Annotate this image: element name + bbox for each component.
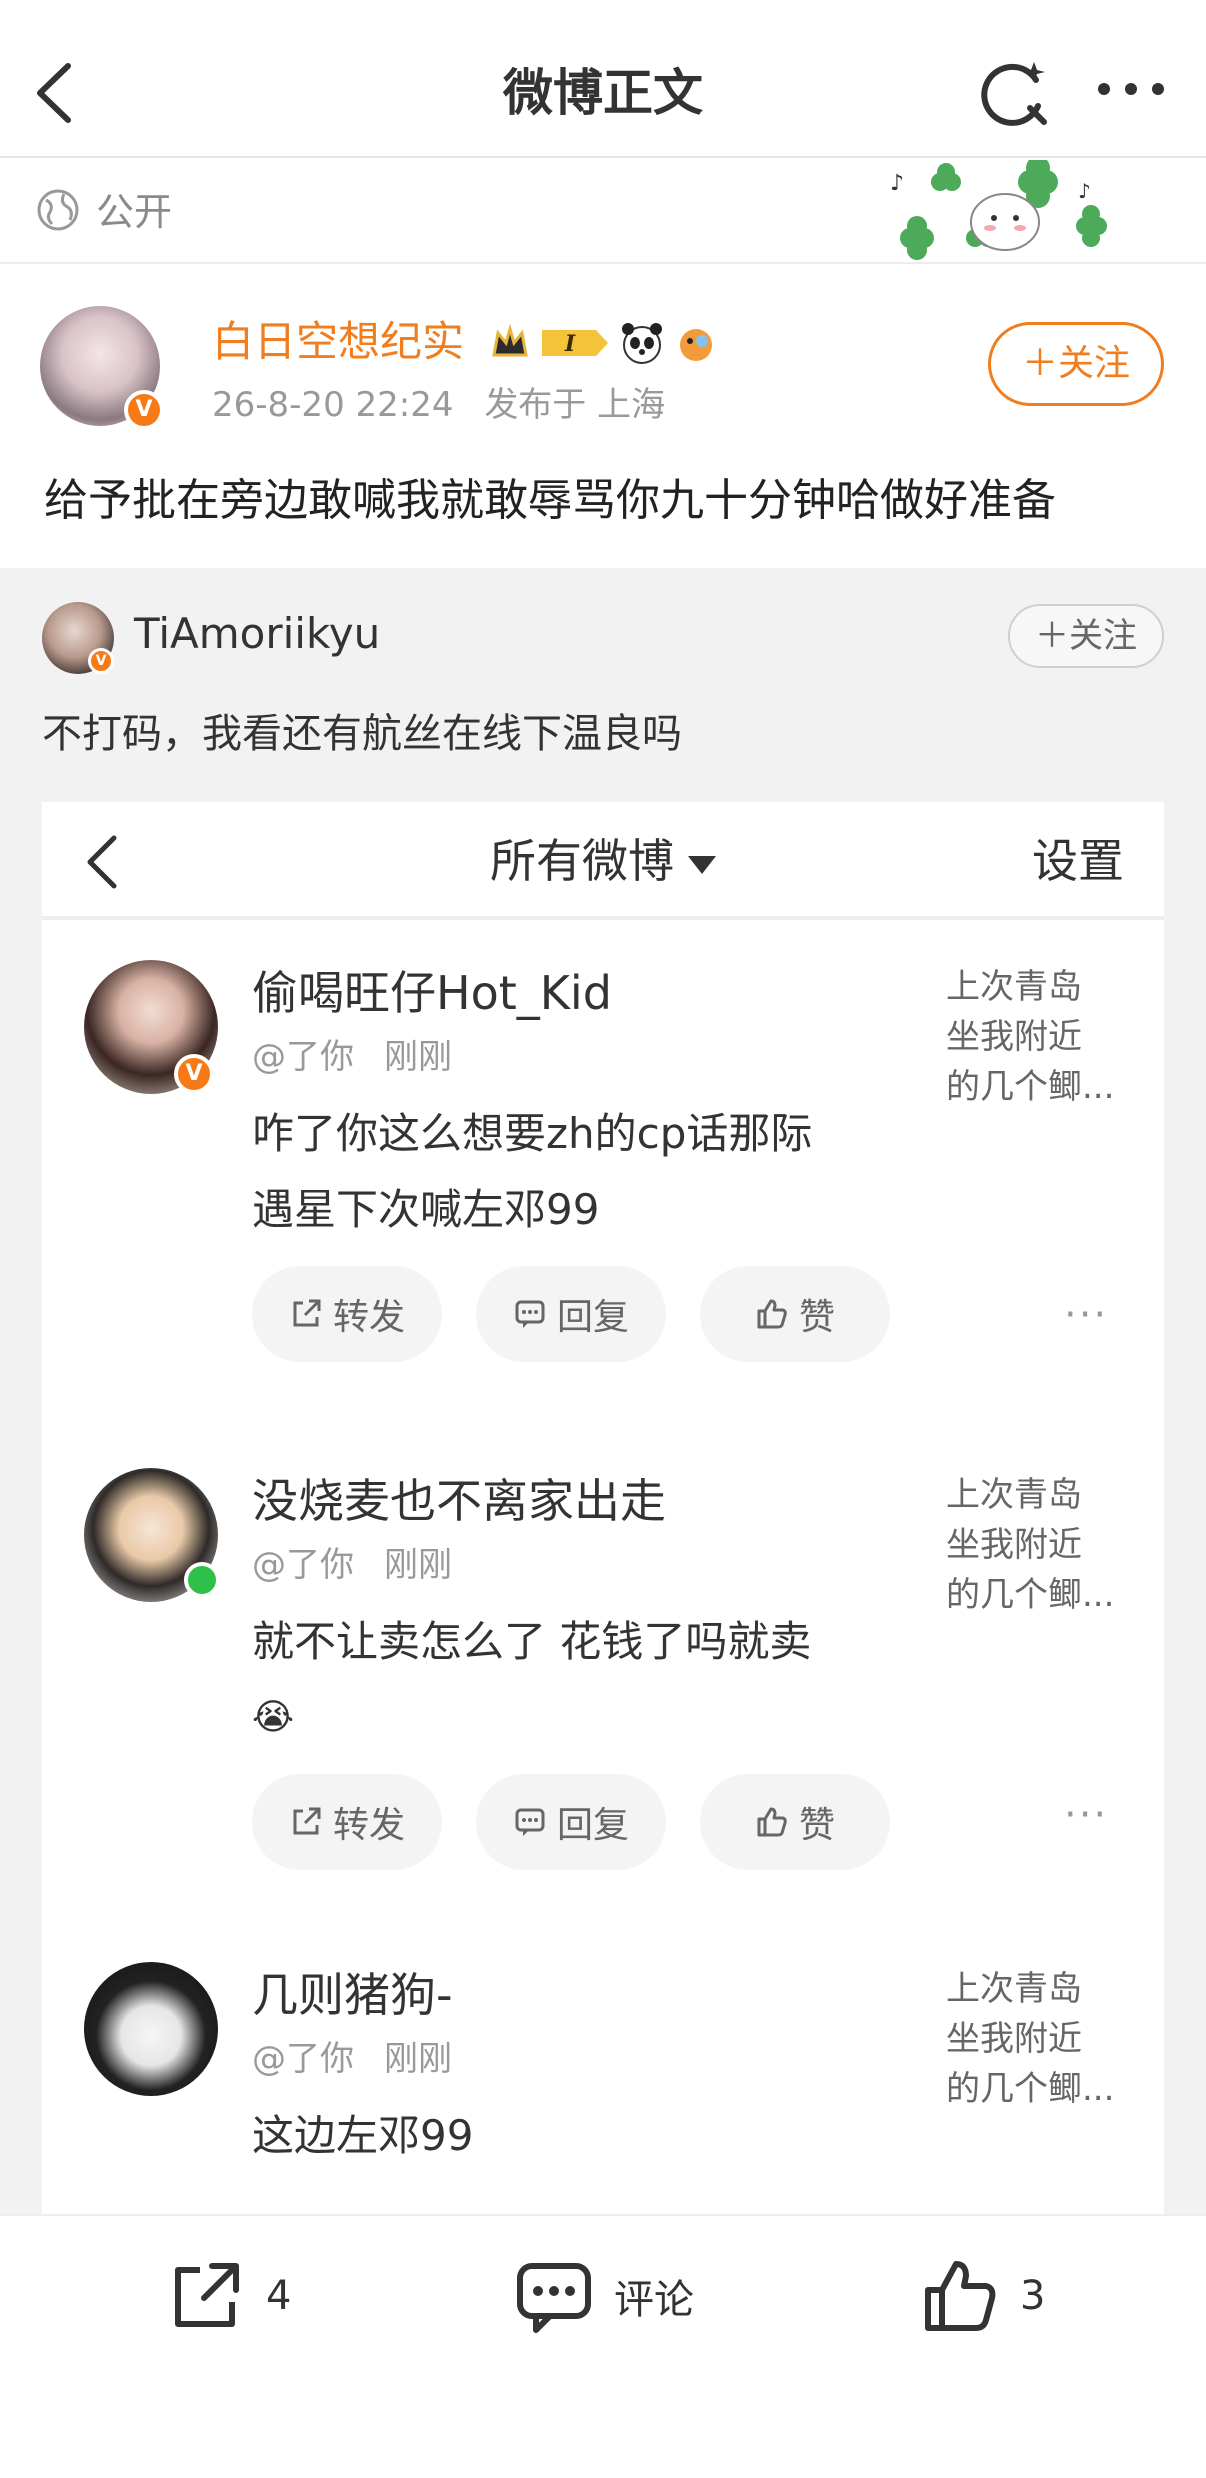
like-count: 3 — [1020, 2273, 1046, 2319]
dropdown-caret-icon — [688, 855, 716, 874]
author-name[interactable]: 白日空想纪实 — [212, 312, 464, 372]
repost-author-name[interactable]: TiAmoriikyu — [134, 604, 380, 664]
follow-button[interactable]: ＋关注 — [988, 322, 1164, 406]
visibility-bar: 公开 ♪ ♪ — [0, 160, 1206, 264]
comment-reply-button: 回复 — [476, 1774, 666, 1870]
crown-icon — [492, 323, 528, 357]
comment-source-snippet: 上次青岛 坐我附近 的几个鲫... — [946, 967, 1115, 1107]
comment-icon — [517, 2263, 591, 2333]
verified-badge: V — [124, 390, 164, 430]
like-button[interactable]: 3 — [920, 2256, 1045, 2336]
svg-text:♪: ♪ — [890, 171, 904, 196]
comment-source-snippet: 上次青岛 坐我附近 的几个鲫... — [946, 1969, 1115, 2109]
comment-item: 几则猪狗- @了你 刚刚 上次青岛 坐我附近 的几个鲫... 这边左邓99 — [42, 1922, 1164, 2214]
screenshot-settings: 设置 — [1032, 834, 1124, 888]
globe-icon — [37, 189, 79, 231]
comment-source-snippet: 上次青岛 坐我附近 的几个鲫... — [946, 1475, 1115, 1615]
comment-actions: 转发 回复 赞 — [252, 1774, 890, 1870]
post-card: V 白日空想纪实 I 26-8-20 22:24 发布于 上海 ＋关注 给予批在… — [0, 266, 1206, 566]
comment-like-button: 赞 — [700, 1266, 890, 1362]
bottom-action-bar: 4 评论 3 — [0, 2214, 1206, 2478]
comment-avatar — [84, 1962, 218, 2096]
screenshot-header: 所有微博 设置 — [42, 802, 1164, 920]
comment-text: 咋了你这么想要zh的cp话那际 遇星下次喊左邓99 — [252, 1109, 813, 1234]
comment-like-button: 赞 — [700, 1774, 890, 1870]
comment-meta: @了你 刚刚 — [252, 1545, 452, 1585]
clover-sticker-decoration: ♪ ♪ — [890, 160, 1107, 260]
comment-reply-button: 回复 — [476, 1266, 666, 1362]
pufferfish-icon — [680, 329, 712, 361]
post-text: 给予批在旁边敢喊我就敢辱骂你九十分钟哈做好准备 — [44, 475, 1056, 526]
online-status-dot — [184, 1562, 220, 1598]
comment-verified-badge: V — [174, 1054, 214, 1094]
comment-actions: 转发 回复 赞 — [252, 1266, 890, 1362]
repost-verified-badge: V — [88, 648, 114, 674]
svg-text:♪: ♪ — [1078, 179, 1091, 203]
refresh-icon[interactable] — [978, 58, 1048, 128]
visibility-label: 公开 — [96, 190, 173, 234]
comment-author: 几则猪狗- — [252, 1968, 453, 2022]
user-badges: I — [490, 318, 718, 368]
comment-text: 就不让卖怎么了 花钱了吗就卖 😭 — [252, 1617, 812, 1738]
comment-author: 没烧麦也不离家出走 — [252, 1474, 666, 1528]
comment-button[interactable]: 评论 — [514, 2256, 694, 2336]
comment-more-icon: ··· — [1064, 1292, 1109, 1338]
repost-follow-button[interactable]: ＋关注 — [1008, 604, 1164, 668]
comment-repost-button: 转发 — [252, 1774, 442, 1870]
repost-card[interactable]: V TiAmoriikyu ＋关注 不打码，我看还有航丝在线下温良吗 所有微博 … — [0, 568, 1206, 2214]
comment-item: V 偷喝旺仔Hot_Kid @了你 刚刚 上次青岛 坐我附近 的几个鲫... 咋了… — [42, 920, 1164, 1410]
repost-button[interactable]: 4 — [166, 2256, 291, 2336]
panda-icon — [622, 323, 662, 364]
more-icon[interactable] — [1096, 74, 1166, 104]
comment-icon — [515, 1300, 545, 1328]
post-meta: 26-8-20 22:24 发布于 上海 — [212, 380, 685, 430]
screenshot-title: 所有微博 — [42, 826, 1164, 896]
comment-text: 这边左邓99 — [252, 2111, 474, 2160]
embedded-screenshot[interactable]: 所有微博 设置 V 偷喝旺仔Hot_Kid @了你 刚刚 上次青岛 坐我附近 的几… — [42, 802, 1164, 2214]
post-time: 26-8-20 22:24 — [212, 385, 454, 425]
comment-author: 偷喝旺仔Hot_Kid — [252, 966, 612, 1020]
repost-text: 不打码，我看还有航丝在线下温良吗 — [42, 711, 682, 757]
comment-label: 评论 — [614, 2277, 694, 2323]
thumb-up-icon — [757, 1807, 787, 1837]
share-icon — [293, 1299, 321, 1327]
svg-text:I: I — [564, 331, 576, 357]
comment-icon — [515, 1808, 545, 1836]
level-badge-icon: I — [542, 330, 608, 357]
thumb-up-icon — [925, 2261, 996, 2331]
comment-repost-button: 转发 — [252, 1266, 442, 1362]
comment-more-icon: ··· — [1064, 1792, 1109, 1838]
comment-item: 没烧麦也不离家出走 @了你 刚刚 上次青岛 坐我附近 的几个鲫... 就不让卖怎么… — [42, 1428, 1164, 1918]
comment-meta: @了你 刚刚 — [252, 2039, 452, 2079]
share-icon — [293, 1807, 321, 1835]
thumb-up-icon — [757, 1299, 787, 1329]
share-icon — [175, 2263, 239, 2327]
comment-meta: @了你 刚刚 — [252, 1037, 452, 1077]
top-nav: 微博正文 — [0, 0, 1206, 158]
repost-count: 4 — [266, 2273, 292, 2319]
post-location: 发布于 上海 — [484, 385, 666, 425]
